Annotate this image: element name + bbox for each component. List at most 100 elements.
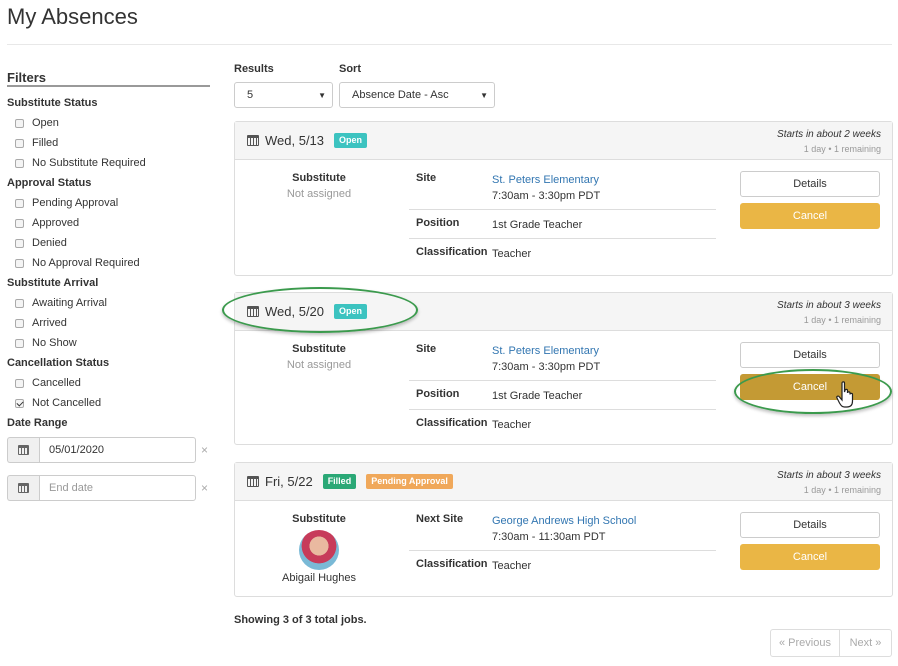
filter-option-no-approval-required[interactable]: No Approval Required <box>7 253 211 273</box>
sort-select[interactable]: Absence Date - Asc ▼ <box>339 82 495 108</box>
previous-page-button[interactable]: « Previous <box>770 629 840 657</box>
position-label: Position <box>416 388 460 400</box>
hand-cursor-icon <box>836 381 854 408</box>
filter-option-label: Open <box>32 117 59 129</box>
details-button[interactable]: Details <box>740 342 880 368</box>
clear-start-date-icon[interactable]: × <box>201 443 208 457</box>
duration: 1 day <box>803 315 826 325</box>
position-value: 1st Grade Teacher <box>492 219 583 231</box>
filter-option-filled[interactable]: Filled <box>7 133 211 153</box>
filters-sidebar: Filters Substitute Status Open Filled No… <box>7 70 211 513</box>
checkbox-open[interactable] <box>15 118 24 128</box>
sort-label: Sort <box>339 63 361 75</box>
filter-option-no-show[interactable]: No Show <box>7 333 211 353</box>
filter-option-label: No Show <box>32 337 77 349</box>
absence-date: Wed, 5/20 <box>265 304 325 319</box>
filter-option-open[interactable]: Open <box>7 113 211 133</box>
duration: 1 day <box>803 144 826 154</box>
details-button[interactable]: Details <box>740 171 880 197</box>
caret-down-icon: ▼ <box>480 90 488 100</box>
calendar-icon <box>247 135 259 146</box>
checkbox-pending-approval[interactable] <box>15 198 24 208</box>
absence-card-header: Fri, 5/22 Filled Pending Approval Starts… <box>235 463 892 501</box>
checkbox-no-approval-required[interactable] <box>15 258 24 268</box>
details-button[interactable]: Details <box>740 512 880 538</box>
site-link[interactable]: St. Peters Elementary <box>492 343 600 359</box>
position-value: 1st Grade Teacher <box>492 390 583 402</box>
absence-details: Site St. Peters Elementary 7:30am - 3:30pm… <box>409 336 716 438</box>
page-title: My Absences <box>7 4 138 29</box>
position-label: Position <box>416 217 460 229</box>
starts-in: Starts in about 2 weeks <box>777 129 881 140</box>
checkbox-no-show[interactable] <box>15 338 24 348</box>
calendar-icon[interactable] <box>7 437 39 463</box>
site-link[interactable]: George Andrews High School <box>492 513 636 529</box>
substitute-label: Substitute <box>292 513 346 525</box>
cancel-button[interactable]: Cancel <box>740 203 880 229</box>
checkbox-awaiting-arrival[interactable] <box>15 298 24 308</box>
remaining: 1 remaining <box>833 315 881 325</box>
checkbox-denied[interactable] <box>15 238 24 248</box>
checkbox-filled[interactable] <box>15 138 24 148</box>
filter-option-label: No Approval Required <box>32 257 140 269</box>
cancel-button[interactable]: Cancel <box>740 544 880 570</box>
date-range-title: Date Range <box>7 417 68 429</box>
approval-badge: Pending Approval <box>366 474 453 489</box>
duration: 1 day <box>803 485 826 495</box>
clear-end-date-icon[interactable]: × <box>201 481 208 495</box>
avatar <box>299 530 339 570</box>
filter-option-not-cancelled[interactable]: Not Cancelled <box>7 393 211 413</box>
status-badge: Filled <box>322 474 357 489</box>
substitute-label: Substitute <box>292 172 346 184</box>
absence-details: Site St. Peters Elementary 7:30am - 3:30pm… <box>409 165 716 267</box>
filter-option-label: Approved <box>32 217 80 229</box>
end-date-input[interactable]: End date <box>39 475 196 501</box>
results-select[interactable]: 5 ▼ <box>234 82 333 108</box>
filter-group-title: Cancellation Status <box>7 357 110 369</box>
filter-option-cancelled[interactable]: Cancelled <box>7 373 211 393</box>
checkbox-cancelled[interactable] <box>15 378 24 388</box>
filter-option-awaiting-arrival[interactable]: Awaiting Arrival <box>7 293 211 313</box>
title-divider <box>7 44 892 45</box>
end-date-row: End date × <box>7 475 211 501</box>
substitute-value: Not assigned <box>286 359 352 371</box>
cancel-button[interactable]: Cancel <box>740 374 880 400</box>
substitute-name: Abigail Hughes <box>282 572 356 584</box>
filter-group-title: Approval Status <box>7 177 92 189</box>
time-range: 7:30am - 3:30pm PDT <box>492 190 601 202</box>
starts-in: Starts in about 3 weeks <box>777 300 881 311</box>
start-date-input[interactable]: 05/01/2020 <box>39 437 196 463</box>
checkbox-not-cancelled[interactable] <box>15 398 24 408</box>
checkbox-approved[interactable] <box>15 218 24 228</box>
absence-date: Fri, 5/22 <box>265 474 313 489</box>
calendar-icon <box>247 306 259 317</box>
calendar-icon[interactable] <box>7 475 39 501</box>
substitute-label: Substitute <box>292 343 346 355</box>
starts-in: Starts in about 3 weeks <box>777 470 881 481</box>
absence-card: Wed, 5/20 Open Starts in about 3 weeks 1… <box>234 292 893 445</box>
site-label: Site <box>416 172 437 184</box>
pagination: « Previous Next » <box>770 629 892 657</box>
filter-group-title: Substitute Status <box>7 97 98 109</box>
next-page-button[interactable]: Next » <box>840 629 892 657</box>
results-label: Results <box>234 63 274 75</box>
checkbox-no-substitute-required[interactable] <box>15 158 24 168</box>
filter-option-pending-approval[interactable]: Pending Approval <box>7 193 211 213</box>
filter-option-approved[interactable]: Approved <box>7 213 211 233</box>
classification-value: Teacher <box>492 419 532 431</box>
site-link[interactable]: St. Peters Elementary <box>492 172 600 188</box>
filter-option-arrived[interactable]: Arrived <box>7 313 211 333</box>
classification-label: Classification <box>416 558 488 570</box>
sort-value: Absence Date - Asc <box>352 89 449 101</box>
classification-label: Classification <box>416 417 488 429</box>
checkbox-arrived[interactable] <box>15 318 24 328</box>
filter-option-label: Not Cancelled <box>32 397 102 409</box>
absence-details: Next Site George Andrews High School 7:30a… <box>409 506 716 579</box>
absence-card: Fri, 5/22 Filled Pending Approval Starts… <box>234 462 893 597</box>
remaining: 1 remaining <box>833 144 881 154</box>
substitute-value: Not assigned <box>286 188 352 200</box>
filters-heading: Filters <box>7 70 210 87</box>
filter-option-no-substitute-required[interactable]: No Substitute Required <box>7 153 211 173</box>
filter-option-denied[interactable]: Denied <box>7 233 211 253</box>
filter-option-label: Pending Approval <box>32 197 119 209</box>
